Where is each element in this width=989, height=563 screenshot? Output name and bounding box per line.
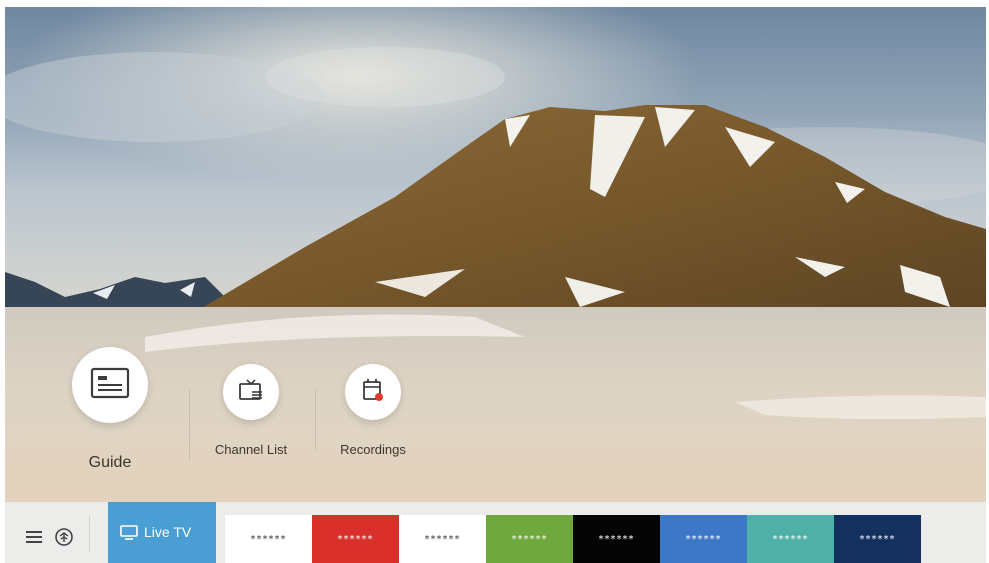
channel-tile[interactable]: ****** bbox=[573, 515, 660, 563]
channel-tiles: ****** ****** ****** ****** ****** *****… bbox=[225, 515, 921, 563]
channel-tile[interactable]: ****** bbox=[399, 515, 486, 563]
recordings-label: Recordings bbox=[340, 442, 406, 457]
channel-tile[interactable]: ****** bbox=[225, 515, 312, 563]
channel-tile[interactable]: ****** bbox=[834, 515, 921, 563]
live-tv-button[interactable]: Live TV bbox=[108, 502, 216, 563]
menu-divider bbox=[315, 390, 316, 450]
channel-tile-label: ****** bbox=[685, 533, 722, 545]
channel-tile[interactable]: ****** bbox=[747, 515, 834, 563]
recordings-button[interactable] bbox=[345, 364, 401, 420]
channel-tile-label: ****** bbox=[424, 533, 461, 545]
channel-list-icon bbox=[238, 378, 264, 407]
channel-tile-label: ****** bbox=[598, 533, 635, 545]
channel-tile-label: ****** bbox=[511, 533, 548, 545]
live-tv-label: Live TV bbox=[144, 524, 192, 540]
tv-icon bbox=[120, 525, 138, 543]
guide-button[interactable] bbox=[72, 347, 148, 423]
source-icon[interactable] bbox=[53, 526, 75, 548]
hamburger-menu-icon[interactable] bbox=[23, 526, 45, 548]
guide-label: Guide bbox=[88, 454, 132, 471]
bar-divider bbox=[89, 516, 90, 552]
guide-icon bbox=[90, 367, 130, 404]
recordings-icon bbox=[361, 378, 385, 407]
channel-tile[interactable]: ****** bbox=[486, 515, 573, 563]
channel-tile-label: ****** bbox=[250, 533, 287, 545]
channel-tile[interactable]: ****** bbox=[312, 515, 399, 563]
channel-list-menu-item[interactable]: Channel List bbox=[205, 364, 297, 457]
recordings-menu-item[interactable]: Recordings bbox=[330, 364, 416, 457]
home-bottom-bar: Live TV ****** ****** ****** ****** ****… bbox=[5, 502, 986, 563]
channel-tile-label: ****** bbox=[859, 533, 896, 545]
menu-divider bbox=[189, 390, 190, 460]
tv-home-screen: Guide Channel List Recordings Live TV **… bbox=[5, 7, 986, 563]
channel-tile-label: ****** bbox=[772, 533, 809, 545]
channel-list-button[interactable] bbox=[223, 364, 279, 420]
guide-menu-item[interactable]: Guide bbox=[67, 347, 153, 472]
channel-tile-label: ****** bbox=[337, 533, 374, 545]
channel-tile[interactable]: ****** bbox=[660, 515, 747, 563]
channel-list-label: Channel List bbox=[214, 442, 288, 457]
